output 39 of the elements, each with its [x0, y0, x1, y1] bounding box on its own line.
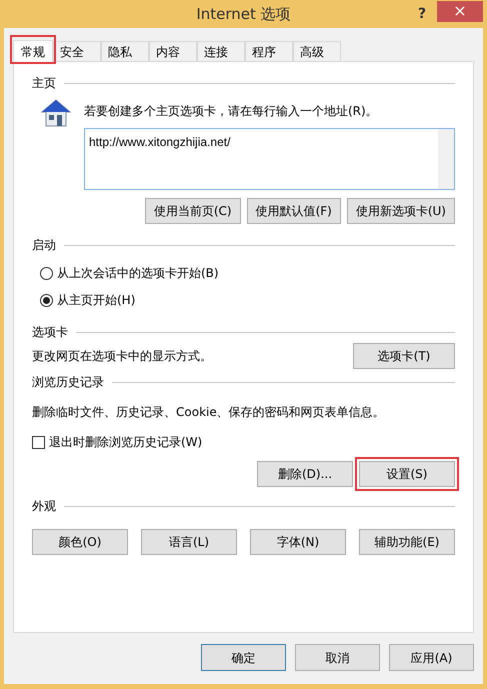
radio-label: 从主页开始(H) [57, 292, 136, 309]
checkbox[interactable] [32, 436, 45, 448]
radio-button[interactable] [40, 294, 53, 306]
tab[interactable]: 连接 [197, 41, 245, 61]
tab[interactable]: 程序 [245, 41, 293, 61]
dialog-button[interactable]: 使用默认值(F) [246, 198, 341, 224]
checkbox-label: 退出时删除浏览历史记录(W) [49, 434, 202, 451]
dialog-button[interactable]: 字体(N) [250, 529, 346, 555]
dialog-button[interactable]: 取消 [295, 644, 380, 671]
dialog-button[interactable]: 使用新选项卡(U) [346, 198, 455, 224]
house-icon [40, 98, 72, 128]
section-heading: 浏览历史记录 [32, 374, 104, 391]
description-text: 删除临时文件、历史记录、Cookie、保存的密码和网页表单信息。 [32, 404, 386, 421]
homepage-address-field[interactable]: http://www.xitongzhijia.net/ [84, 128, 455, 190]
section-heading: 主页 [32, 75, 56, 92]
tab[interactable]: 常规 [13, 40, 53, 62]
tab[interactable]: 隐私 [101, 41, 149, 61]
close-button[interactable]: × [437, 0, 483, 22]
window-title: Internet 选项 [196, 4, 291, 25]
radio-label: 从上次会话中的选项卡开始(B) [57, 265, 219, 282]
section-heading: 选项卡 [32, 324, 68, 341]
dialog-button[interactable]: 确定 [201, 644, 286, 671]
tab[interactable]: 安全 [53, 41, 101, 61]
section-heading: 外观 [32, 498, 56, 515]
dialog-button[interactable]: 颜色(O) [32, 529, 128, 555]
dialog-button[interactable]: 设置(S) [359, 461, 455, 487]
dialog-button[interactable]: 语言(L) [141, 529, 237, 555]
dialog-button[interactable]: 选项卡(T) [353, 343, 455, 369]
tab[interactable]: 高级 [293, 41, 341, 61]
tab[interactable]: 内容 [149, 41, 197, 61]
dialog-button[interactable]: 删除(D)... [257, 461, 353, 487]
dialog-button[interactable]: 应用(A) [389, 644, 474, 671]
dialog-button[interactable]: 使用当前页(C) [144, 198, 241, 224]
dialog-button[interactable]: 辅助功能(E) [359, 529, 455, 555]
description-text: 更改网页在选项卡中的显示方式。 [32, 348, 212, 365]
instruction-text: 若要创建多个主页选项卡，请在每行输入一个地址(R)。 [84, 103, 379, 120]
help-button[interactable]: ? [407, 4, 437, 24]
section-heading: 启动 [32, 237, 56, 254]
radio-button[interactable] [40, 266, 53, 280]
